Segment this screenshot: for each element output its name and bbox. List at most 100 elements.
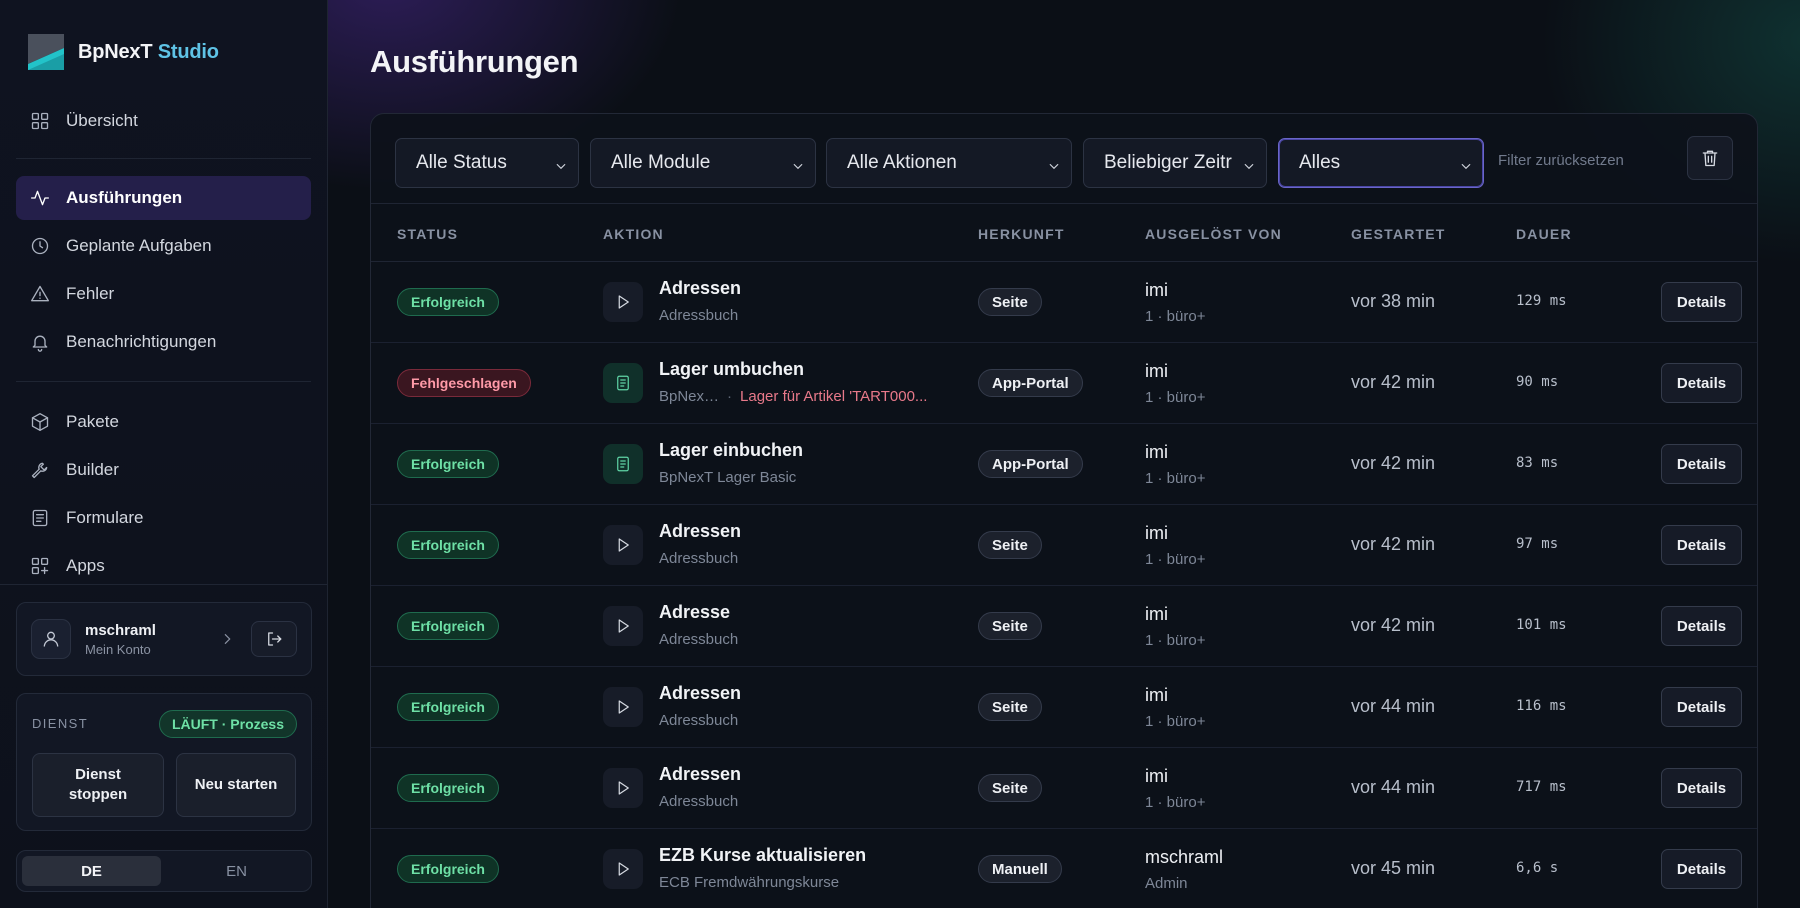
reset-filters-link[interactable]: Filter zurücksetzen: [1498, 152, 1624, 169]
status-badge: Erfolgreich: [397, 774, 499, 802]
triggered-by-sub: 1 · büro+: [1145, 389, 1206, 406]
details-button[interactable]: Details: [1661, 444, 1742, 484]
sidebar-item-apps[interactable]: Apps: [16, 544, 311, 588]
language-de[interactable]: DE: [22, 856, 161, 886]
details-button[interactable]: Details: [1661, 687, 1742, 727]
service-panel: DIENST LÄUFT · Prozess Dienst stoppen Neu…: [16, 693, 312, 831]
avatar: [31, 619, 71, 659]
logout-button[interactable]: [251, 621, 297, 657]
account-subtitle: Mein Konto: [85, 641, 151, 657]
table-row[interactable]: Erfolgreich EZB Kurse aktualisieren ECB Fr…: [371, 829, 1757, 908]
play-icon: [603, 768, 643, 808]
brand[interactable]: BpNexT Studio: [28, 34, 219, 70]
time-filter-select[interactable]: Beliebiger Zeitraum: [1083, 138, 1267, 188]
column-triggered-by[interactable]: AUSGELÖST VON: [1145, 226, 1282, 242]
details-button[interactable]: Details: [1661, 282, 1742, 322]
status-badge: Erfolgreich: [397, 693, 499, 721]
logout-icon: [268, 632, 282, 646]
language-en[interactable]: EN: [167, 856, 306, 886]
play-icon: [603, 282, 643, 322]
sidebar-item-label: Übersicht: [66, 111, 138, 130]
duration-value: 6,6 s: [1516, 860, 1559, 876]
nav-top: Übersicht: [16, 99, 311, 147]
sidebar-item-fehler[interactable]: Fehler: [16, 272, 311, 316]
origin-badge: Manuell: [978, 855, 1062, 883]
column-status[interactable]: STATUS: [397, 226, 458, 242]
status-filter-value: Alle Status: [416, 152, 507, 173]
triggered-by-sub: 1 · büro+: [1145, 470, 1206, 487]
sidebar-item-geplante-aufgaben[interactable]: Geplante Aufgaben: [16, 224, 311, 268]
status-badge: Erfolgreich: [397, 612, 499, 640]
action-subtitle: BpNexT Lager Basic: [659, 469, 796, 486]
column-started[interactable]: GESTARTET: [1351, 226, 1446, 242]
wrench-icon: [31, 462, 48, 479]
account-card[interactable]: mschraml Mein Konto: [16, 602, 312, 676]
column-action[interactable]: AKTION: [603, 226, 664, 242]
column-origin[interactable]: HERKUNFT: [978, 226, 1065, 242]
restart-service-button[interactable]: Neu starten: [176, 753, 296, 817]
sidebar-item-formulare[interactable]: Formulare: [16, 496, 311, 540]
details-button[interactable]: Details: [1661, 768, 1742, 808]
details-button[interactable]: Details: [1661, 363, 1742, 403]
table-row[interactable]: Erfolgreich Adressen Adressbuch Seite imi 1 ·…: [371, 505, 1757, 586]
clear-button[interactable]: [1687, 136, 1733, 180]
sidebar-item-builder[interactable]: Builder: [16, 448, 311, 492]
play-icon: [603, 849, 643, 889]
module-filter-select[interactable]: Alle Module: [590, 138, 816, 188]
action-subtitle: BpNex… · Lager für Artikel 'TART000...: [659, 388, 927, 405]
action-module: BpNexT Lager Basic: [659, 469, 797, 486]
form-icon: [603, 444, 643, 484]
action-title: Adressen: [659, 683, 742, 703]
sidebar: BpNexT Studio Übersicht Ausführungen Gep…: [0, 0, 328, 908]
duration-value: 97 ms: [1516, 536, 1559, 552]
nav-divider: [16, 158, 311, 159]
sidebar-item-label: Pakete: [66, 412, 119, 431]
warning-icon: [31, 285, 49, 302]
sidebar-item-label: Ausführungen: [66, 188, 183, 207]
activity-icon: [31, 190, 49, 206]
started-time: vor 44 min: [1351, 777, 1436, 797]
table-row[interactable]: Fehlgeschlagen Lager umbuchen BpNex… · Lager…: [371, 343, 1757, 424]
details-button[interactable]: Details: [1661, 606, 1742, 646]
form-icon: [603, 363, 643, 403]
brand-name: BpNexT Studio: [78, 41, 219, 64]
sidebar-item-label: Benachrichtigungen: [66, 332, 217, 351]
triggered-by-name: imi: [1145, 604, 1168, 624]
table-header: STATUS AKTION HERKUNFT AUSGELÖST VON GES…: [371, 204, 1757, 262]
table-row[interactable]: Erfolgreich Adressen Adressbuch Seite imi 1 ·…: [371, 262, 1757, 343]
details-button[interactable]: Details: [1661, 525, 1742, 565]
nav-divider: [16, 381, 311, 382]
sidebar-item-ausfuehrungen[interactable]: Ausführungen: [16, 176, 311, 220]
grid-icon: [31, 112, 49, 130]
nav-main: Ausführungen Geplante Aufgaben Fehler Be…: [16, 176, 311, 368]
action-module: Adressbuch: [659, 631, 739, 648]
sidebar-item-label: Geplante Aufgaben: [66, 236, 212, 255]
duration-value: 116 ms: [1516, 698, 1567, 714]
action-subtitle: Adressbuch: [659, 631, 738, 648]
sidebar-item-benachrichtigungen[interactable]: Benachrichtigungen: [16, 320, 311, 364]
table-row[interactable]: Erfolgreich Adresse Adressbuch Seite imi 1 · …: [371, 586, 1757, 667]
sidebar-item-uebersicht[interactable]: Übersicht: [16, 99, 311, 143]
table-row[interactable]: Erfolgreich Adressen Adressbuch Seite imi 1 ·…: [371, 748, 1757, 829]
table-row[interactable]: Erfolgreich Adressen Adressbuch Seite imi 1 ·…: [371, 667, 1757, 748]
origin-badge: Seite: [978, 288, 1042, 316]
column-duration[interactable]: DAUER: [1516, 226, 1572, 242]
table-row[interactable]: Erfolgreich Lager einbuchen BpNexT Lager B…: [371, 424, 1757, 505]
status-filter-select[interactable]: Alle Status: [395, 138, 579, 188]
action-subtitle: Adressbuch: [659, 550, 738, 567]
details-button[interactable]: Details: [1661, 849, 1742, 889]
started-time: vor 42 min: [1351, 615, 1436, 635]
package-icon: [31, 413, 49, 431]
action-subtitle: Adressbuch: [659, 307, 738, 324]
sidebar-item-label: Builder: [66, 460, 119, 479]
stop-service-button[interactable]: Dienst stoppen: [32, 753, 164, 817]
action-filter-select[interactable]: Alle Aktionen: [826, 138, 1072, 188]
account-text: mschraml Mein Konto: [85, 622, 219, 657]
account-name: mschraml: [85, 621, 156, 639]
bell-icon: [32, 335, 48, 352]
status-badge: Erfolgreich: [397, 450, 499, 478]
action-module: Adressbuch: [659, 307, 739, 324]
sidebar-item-pakete[interactable]: Pakete: [16, 400, 311, 444]
action-subtitle: Adressbuch: [659, 712, 738, 729]
scope-filter-select[interactable]: Alles: [1278, 138, 1484, 188]
